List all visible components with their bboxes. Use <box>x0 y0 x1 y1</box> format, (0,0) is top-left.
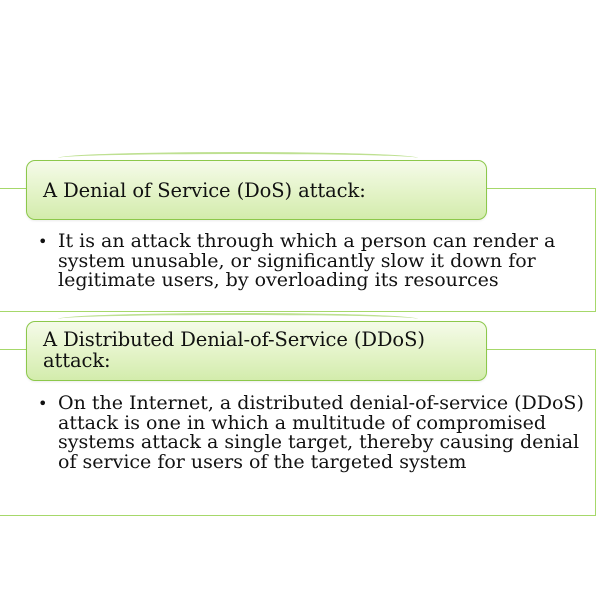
section-1-bullet-text: It is an attack through which a person c… <box>58 230 556 291</box>
section-2-bullet: • On the Internet, a distributed denial-… <box>38 392 586 473</box>
section-1-heading: A Denial of Service (DoS) attack: <box>43 178 366 202</box>
bullet-dot-icon: • <box>38 394 48 413</box>
section-2-header: A Distributed Denial-of-Service (DDoS) a… <box>26 321 487 381</box>
section-2-bullet-text: On the Internet, a distributed denial-of… <box>58 392 584 473</box>
slide: A Denial of Service (DoS) attack: • It i… <box>0 0 600 600</box>
section-1-bullet: • It is an attack through which a person… <box>38 230 586 291</box>
section-1-header: A Denial of Service (DoS) attack: <box>26 160 487 220</box>
bullet-dot-icon: • <box>38 232 48 251</box>
section-2-heading: A Distributed Denial-of-Service (DDoS) a… <box>43 328 425 372</box>
